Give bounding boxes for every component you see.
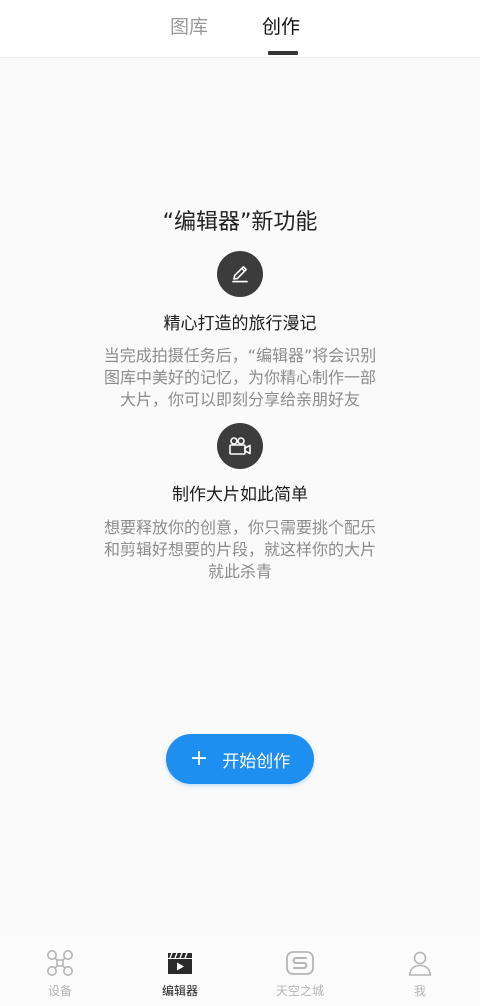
drone-icon — [45, 948, 75, 978]
skypixel-logo-icon — [285, 948, 315, 978]
feature-intro: “编辑器”新功能 精心打造的旅行漫记 当完成拍摄任务后，“编辑器”将会识别 图库… — [0, 58, 480, 938]
nav-label-skypixel: 天空之城 — [275, 984, 324, 998]
nav-item-me[interactable]: 我 — [360, 938, 480, 1006]
top-tab-bar: 图库 创作 — [0, 0, 480, 58]
desc-line: 想要释放你的创意，你只需要挑个配乐 — [103, 518, 376, 537]
editor-create-page: 图库 创作 “编辑器”新功能 精心打造的旅行漫记 当完成拍摄任务后，“编辑器”将… — [0, 0, 480, 1006]
video-camera-icon — [217, 423, 263, 469]
nav-label-me: 我 — [413, 984, 426, 998]
nav-item-device[interactable]: 设备 — [0, 938, 120, 1006]
nav-item-skypixel[interactable]: 天空之城 — [240, 938, 360, 1006]
tab-gallery[interactable]: 图库 — [170, 14, 208, 40]
feature-desc-easy: 想要释放你的创意，你只需要挑个配乐 和剪辑好想要的片段，就这样你的大片 就此杀青 — [80, 517, 400, 583]
desc-line: 当完成拍摄任务后，“编辑器”将会识别 — [103, 346, 377, 365]
desc-line: 大片，你可以即刻分享给亲朋好友 — [119, 390, 360, 409]
feature-heading-travel: 精心打造的旅行漫记 — [163, 314, 317, 334]
person-icon — [406, 948, 434, 978]
feature-heading-easy: 制作大片如此简单 — [172, 485, 308, 505]
desc-line: 就此杀青 — [207, 562, 272, 581]
feature-desc-travel: 当完成拍摄任务后，“编辑器”将会识别 图库中美好的记忆，为你精心制作一部 大片，… — [80, 345, 400, 411]
nav-label-device: 设备 — [47, 984, 72, 998]
nav-label-editor: 编辑器 — [161, 984, 198, 998]
nav-item-editor[interactable]: 编辑器 — [120, 938, 240, 1006]
active-tab-indicator — [268, 51, 298, 55]
bottom-nav-bar: 设备 编辑器 天空之城 我 — [0, 938, 480, 1006]
tab-create[interactable]: 创作 — [262, 14, 300, 40]
start-creating-label: 开始创作 — [222, 751, 291, 772]
desc-line: 图库中美好的记忆，为你精心制作一部 — [103, 368, 376, 387]
plus-icon: + — [189, 746, 209, 771]
clapperboard-icon — [166, 948, 194, 978]
feature-title: “编辑器”新功能 — [162, 210, 318, 235]
start-creating-button[interactable]: + 开始创作 — [166, 734, 314, 784]
desc-line: 和剪辑好想要的片段，就这样你的大片 — [103, 540, 376, 559]
pencil-icon — [217, 251, 263, 297]
